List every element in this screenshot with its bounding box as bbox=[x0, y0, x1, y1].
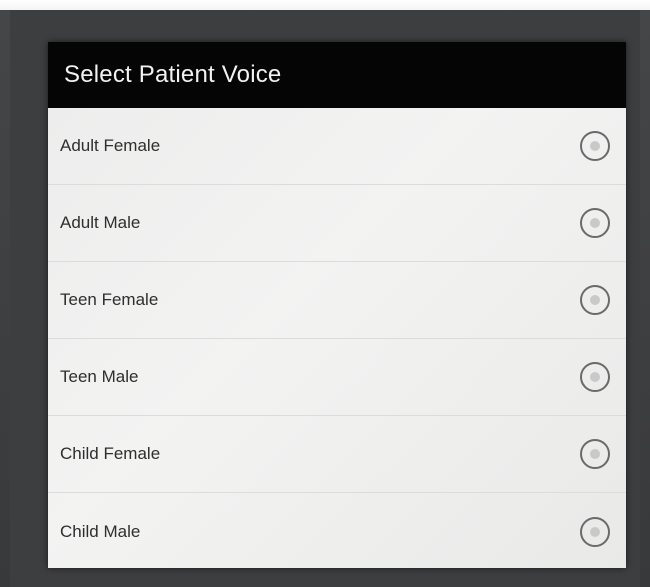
radio-dot-icon bbox=[590, 526, 600, 537]
dialog-header: Select Patient Voice bbox=[48, 42, 626, 108]
option-label: Adult Male bbox=[60, 213, 141, 232]
voice-option-child-female[interactable]: Child Female bbox=[48, 416, 626, 493]
voice-option-child-male[interactable]: Child Male bbox=[48, 493, 626, 568]
option-label: Child Male bbox=[60, 521, 141, 541]
radio-button-adult-female[interactable] bbox=[580, 131, 610, 161]
radio-dot-icon bbox=[590, 449, 600, 459]
option-label: Child Female bbox=[60, 444, 161, 463]
voice-option-teen-female[interactable]: Teen Female bbox=[48, 262, 626, 339]
radio-dot-icon bbox=[590, 372, 600, 382]
radio-button-child-female[interactable] bbox=[580, 439, 610, 469]
voice-option-list: Adult Female Adult Male Teen Female Teen… bbox=[48, 108, 626, 568]
radio-button-teen-male[interactable] bbox=[580, 362, 610, 392]
radio-button-child-male[interactable] bbox=[580, 516, 610, 547]
voice-option-teen-male[interactable]: Teen Male bbox=[48, 339, 626, 416]
voice-option-adult-male[interactable]: Adult Male bbox=[48, 185, 626, 262]
radio-dot-icon bbox=[590, 218, 600, 228]
dialog-title: Select Patient Voice bbox=[64, 61, 282, 88]
option-label: Teen Male bbox=[60, 367, 139, 386]
voice-option-adult-female[interactable]: Adult Female bbox=[48, 108, 626, 185]
option-label: Adult Female bbox=[60, 136, 161, 155]
radio-dot-icon bbox=[590, 141, 600, 151]
radio-button-teen-female[interactable] bbox=[580, 285, 610, 315]
option-label: Teen Female bbox=[60, 290, 159, 309]
radio-dot-icon bbox=[590, 295, 600, 305]
select-patient-voice-dialog: Select Patient Voice Adult Female Adult … bbox=[48, 42, 626, 568]
radio-button-adult-male[interactable] bbox=[580, 208, 610, 238]
